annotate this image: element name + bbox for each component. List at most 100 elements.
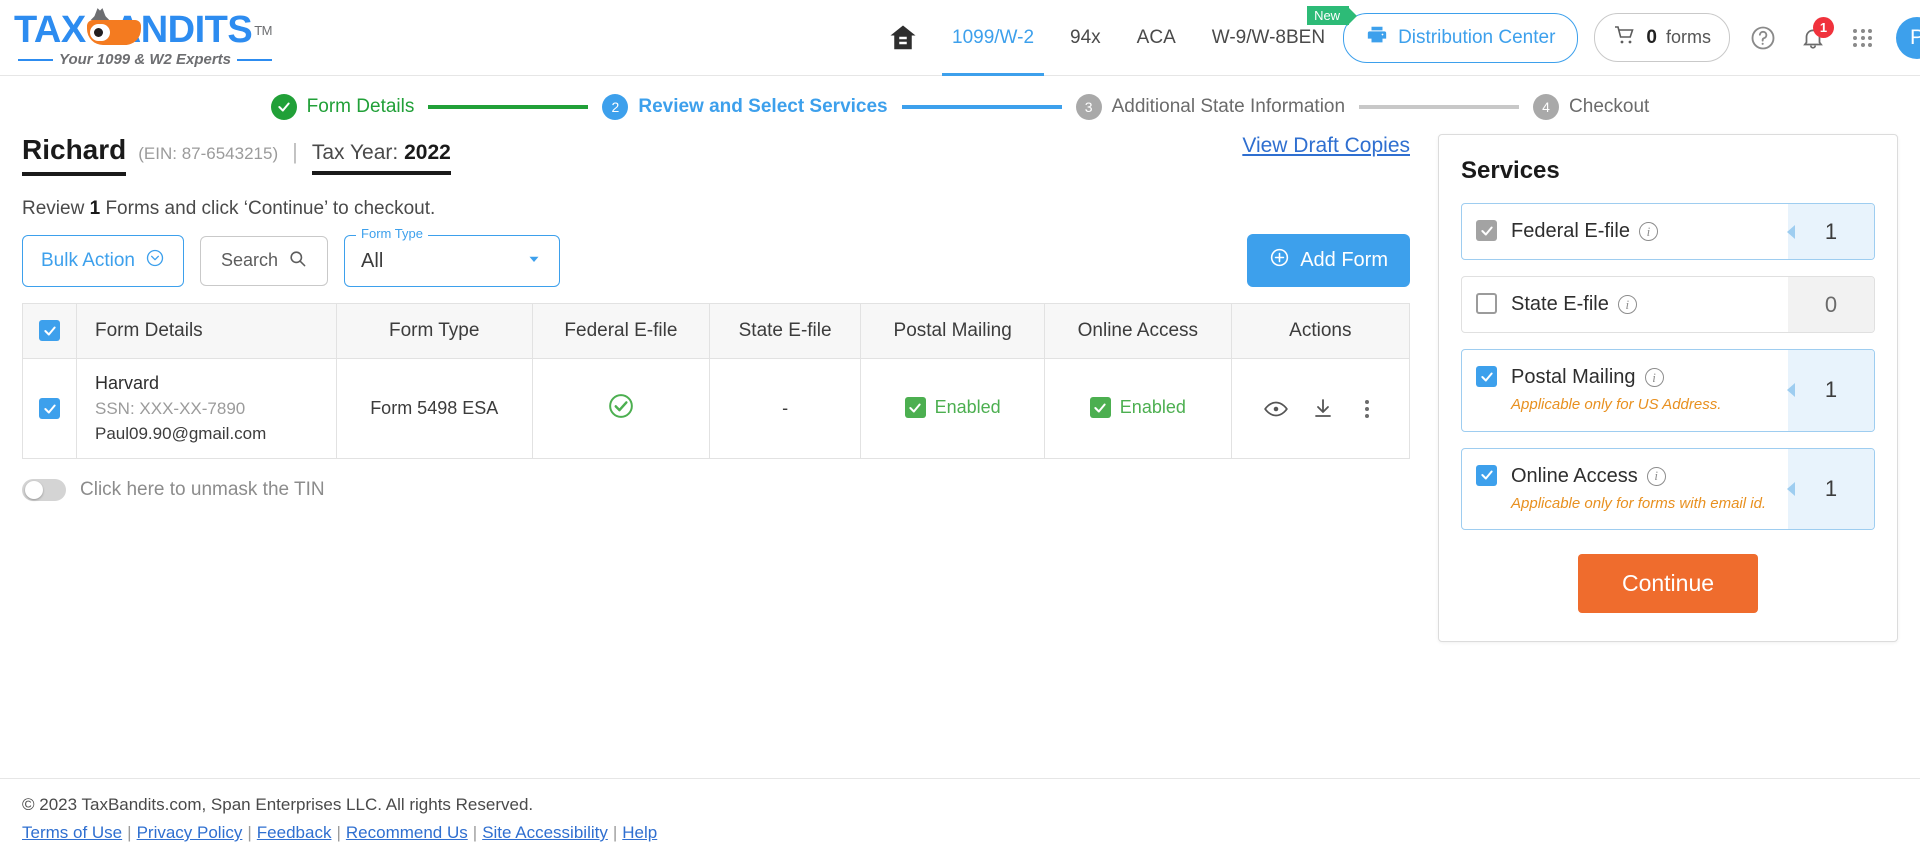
unmask-tin-toggle[interactable] (22, 479, 66, 501)
table-header-row: Form Details Form Type Federal E-file St… (22, 303, 1410, 359)
info-icon[interactable]: i (1644, 368, 1664, 387)
step-form-details[interactable]: Form Details (270, 94, 415, 120)
trademark-symbol: TM (254, 22, 272, 38)
row-select-cell (22, 358, 77, 459)
taxbandits-logo[interactable]: TAX ANDITS TM Your 1099 & W2 Experts (14, 6, 272, 68)
app-header: TAX ANDITS TM Your 1099 & W2 Experts 109… (0, 0, 1920, 76)
forms-panel: Richard (EIN: 87-6543215) | Tax Year: 20… (22, 134, 1410, 501)
footer-link-feedback[interactable]: Feedback (257, 823, 332, 842)
column-header-postal-mailing[interactable]: Postal Mailing (860, 303, 1046, 359)
step-label: Checkout (1569, 96, 1650, 117)
column-header-actions: Actions (1231, 303, 1410, 359)
service-state-efile: State E-file i 0 (1461, 276, 1875, 333)
view-eye-icon[interactable] (1263, 396, 1289, 422)
state-efile-count: 0 (1788, 277, 1874, 332)
unmask-tin-row: Click here to unmask the TIN (22, 479, 1410, 501)
copyright-text: © 2023 TaxBandits.com, Span Enterprises … (22, 795, 534, 814)
review-instruction: Review 1 Forms and click ‘Continue’ to c… (22, 198, 1410, 220)
form-type-label: Form Type (356, 225, 428, 241)
federal-efile-count: 1 (1787, 204, 1874, 259)
service-federal-efile: Federal E-file i 1 (1461, 203, 1875, 260)
progress-stepper: Form Details 2 Review and Select Service… (0, 76, 1920, 134)
info-icon[interactable]: i (1617, 295, 1637, 314)
services-panel: Services Federal E-file i 1 State E-file… (1438, 134, 1898, 642)
download-icon[interactable] (1311, 397, 1335, 421)
column-header-state-efile[interactable]: State E-file (709, 303, 862, 359)
review-count: 1 (89, 198, 101, 219)
info-icon[interactable]: i (1638, 222, 1658, 241)
actions-cell (1231, 359, 1409, 459)
page-title: Richard (EIN: 87-6543215) | Tax Year: 20… (22, 134, 451, 176)
column-header-online-access[interactable]: Online Access (1044, 303, 1232, 359)
info-icon[interactable]: i (1646, 466, 1666, 486)
column-header-form-type[interactable]: Form Type (336, 303, 533, 359)
postal-mailing-checkbox[interactable] (904, 397, 926, 419)
footer-link-recommend-us[interactable]: Recommend Us (346, 823, 468, 842)
distribution-center-label: Distribution Center (1398, 26, 1556, 48)
help-icon[interactable] (1746, 21, 1780, 55)
step-additional-state-information[interactable]: 3 Additional State Information (1075, 94, 1345, 120)
form-type-control[interactable]: All (344, 234, 561, 287)
step-review-and-select-services[interactable]: 2 Review and Select Services (602, 94, 888, 120)
tax-year: Tax Year: 2022 (311, 141, 451, 175)
column-header-federal-efile[interactable]: Federal E-file (532, 303, 710, 359)
footer-link-terms-of-use[interactable]: Terms of Use (22, 823, 122, 842)
postal-mailing-service-checkbox[interactable] (1476, 366, 1497, 387)
postal-mailing-cell: Enabled (860, 358, 1046, 459)
printer-icon (1366, 24, 1388, 52)
row-checkbox[interactable] (39, 398, 60, 420)
step-check-icon (270, 94, 297, 120)
service-note: Applicable only for forms with email id. (1511, 494, 1767, 512)
nav-item-w9-w8ben[interactable]: New W-9/W-8BEN (1194, 0, 1358, 76)
online-access-checkbox[interactable] (1089, 397, 1111, 419)
more-options-icon[interactable] (1357, 398, 1377, 420)
service-count-value: 1 (1824, 218, 1838, 244)
step-checkout[interactable]: 4 Checkout (1533, 94, 1649, 120)
distribution-center-button[interactable]: Distribution Center (1343, 12, 1579, 63)
bulk-action-button[interactable]: Bulk Action (22, 234, 184, 287)
federal-efile-service-checkbox (1476, 220, 1497, 241)
online-access-count: 1 (1787, 448, 1874, 529)
notification-count-badge: 1 (1813, 16, 1834, 38)
service-note: Applicable only for US Address. (1511, 396, 1722, 413)
select-all-checkbox[interactable] (39, 320, 60, 342)
cart-button[interactable]: 0 forms (1594, 13, 1730, 62)
footer-link-help[interactable]: Help (622, 823, 657, 842)
apps-grid-icon[interactable] (1846, 21, 1880, 55)
form-type-select[interactable]: Form Type All (344, 225, 561, 287)
view-draft-copies-link[interactable]: View Draft Copies (1242, 134, 1410, 158)
page-footer: © 2023 TaxBandits.com, Span Enterprises … (0, 778, 1920, 857)
notifications-bell-icon[interactable]: 1 (1796, 16, 1834, 55)
avatar-initial: P (1909, 25, 1920, 49)
step-number: 3 (1075, 94, 1102, 120)
postal-mailing-count: 1 (1787, 350, 1874, 431)
recipient-email: Paul09.90@gmail.com (95, 424, 267, 443)
home-icon[interactable] (872, 23, 934, 53)
footer-link-site-accessibility[interactable]: Site Accessibility (482, 823, 608, 842)
owl-mask-icon (86, 6, 141, 47)
continue-button[interactable]: Continue (1577, 554, 1759, 613)
forms-table: Form Details Form Type Federal E-file St… (22, 303, 1410, 459)
step-connector (1359, 105, 1520, 109)
step-label: Review and Select Services (638, 96, 888, 117)
column-header-form-details[interactable]: Form Details (76, 303, 337, 359)
user-avatar[interactable]: P (1896, 16, 1920, 59)
chevron-down-icon (145, 248, 165, 274)
review-prefix: Review (22, 198, 85, 219)
search-button[interactable]: Search (200, 235, 329, 286)
add-form-button[interactable]: Add Form (1247, 234, 1410, 287)
footer-link-privacy-policy[interactable]: Privacy Policy (137, 823, 243, 842)
step-label: Form Details (306, 96, 415, 117)
nav-item-94x[interactable]: 94x (1052, 0, 1119, 76)
online-access-cell: Enabled (1044, 358, 1232, 459)
tax-year-value: 2022 (404, 141, 451, 164)
nav-item-aca[interactable]: ACA (1119, 0, 1194, 76)
nav-item-1099-w2[interactable]: 1099/W-2 (934, 0, 1052, 76)
business-ein: (EIN: 87-6543215) (138, 144, 279, 163)
state-efile-service-checkbox[interactable] (1476, 293, 1497, 314)
service-count-value: 0 (1824, 291, 1838, 317)
online-access-service-checkbox[interactable] (1476, 464, 1497, 486)
nav-label: ACA (1136, 26, 1176, 48)
step-number: 4 (1533, 94, 1560, 120)
recipient-ssn: SSN: XXX-XX-7890 (95, 399, 246, 418)
